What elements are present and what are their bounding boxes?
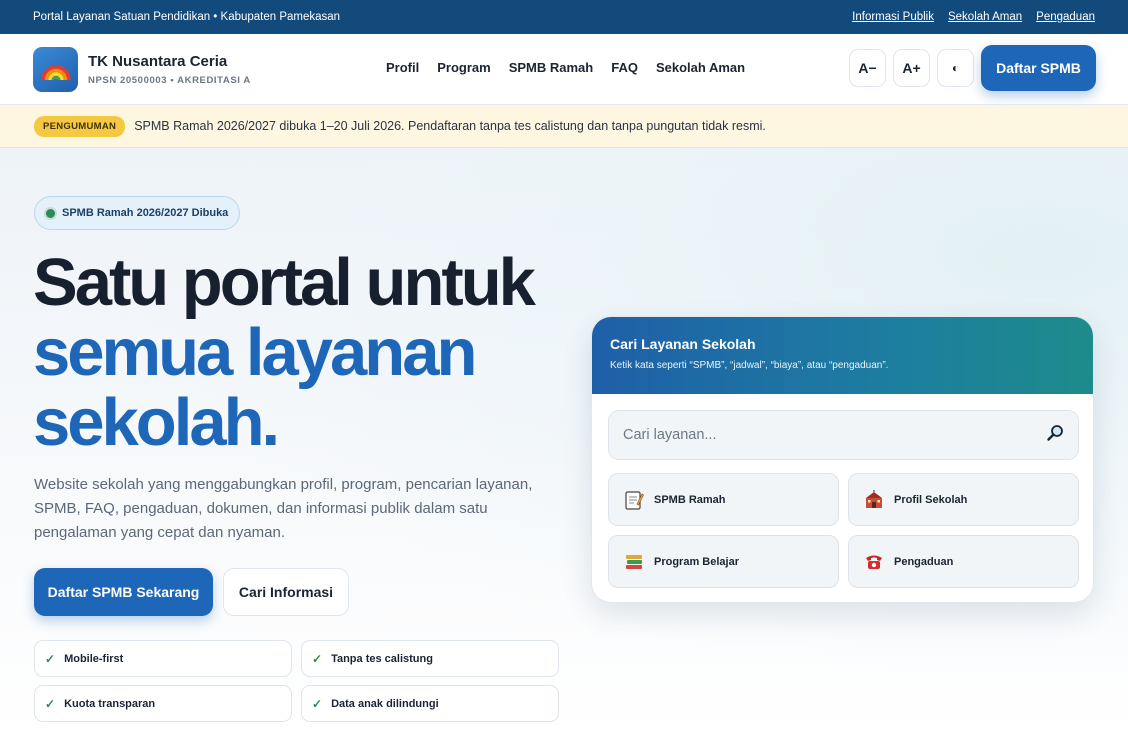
hero-title-line-1: Satu portal untuk [33,245,536,320]
check-icon: ✓ [45,696,56,711]
header-tools: A− A+ ◐ Daftar SPMB [849,45,1096,91]
hero-title: Satu portal untuk semua layanan sekolah. [33,245,536,460]
hero-description: Website sekolah yang menggabungkan profi… [34,476,533,541]
announcement-bar: PENGUMUMAN SPMB Ramah 2026/2027 dibuka 1… [0,105,1128,148]
feature-mobile-first: ✓ Mobile-first [34,640,292,677]
site-header: TK Nusantara Ceria NPSN 20500003 • AKRED… [0,34,1128,105]
link-pengaduan[interactable]: Pengaduan [1036,11,1095,23]
school-name[interactable]: TK Nusantara Ceria [88,53,251,70]
service-spmb-ramah[interactable]: SPMB Ramah [608,473,839,526]
brand: TK Nusantara Ceria NPSN 20500003 • AKRED… [88,53,251,86]
announcement-text: SPMB Ramah 2026/2027 dibuka 1–20 Juli 20… [134,119,766,133]
service-program-belajar[interactable]: Program Belajar [608,535,839,588]
top-links: Informasi Publik Sekolah Aman Pengaduan [852,11,1095,23]
nav-program[interactable]: Program [437,60,490,75]
daftar-spmb-button[interactable]: Daftar SPMB [981,45,1096,91]
check-icon: ✓ [312,696,323,711]
telephone-icon [863,551,885,573]
nav-sekolah-aman[interactable]: Sekolah Aman [656,60,745,75]
check-icon: ✓ [45,651,56,666]
service-label: Program Belajar [654,555,739,568]
hero-title-line-2: semua layanan [33,315,477,390]
contrast-toggle-button[interactable]: ◐ [937,49,974,87]
feature-data-anak-dilindungi: ✓ Data anak dilindungi [301,685,559,722]
search-card-title: Cari Layanan Sekolah [610,336,756,352]
main-nav: Profil Program SPMB Ramah FAQ Sekolah Am… [386,60,745,75]
feature-label: Kuota transparan [64,697,156,710]
feature-label: Mobile-first [64,652,124,665]
hero-title-line-3: sekolah. [33,385,280,460]
contrast-icon: ◐ [951,61,960,75]
feature-label: Data anak dilindungi [331,697,439,710]
books-icon [623,551,645,573]
font-decrease-button[interactable]: A− [849,49,886,87]
nav-profil[interactable]: Profil [386,60,419,75]
nav-spmb-ramah[interactable]: SPMB Ramah [509,60,594,75]
cari-informasi-button[interactable]: Cari Informasi [223,568,349,616]
portal-title: Portal Layanan Satuan Pendidikan • Kabup… [33,11,341,23]
status-dot-icon [46,208,55,218]
feature-label: Tanpa tes calistung [331,652,433,665]
service-label: SPMB Ramah [654,493,726,506]
link-informasi-publik[interactable]: Informasi Publik [852,11,934,23]
feature-kuota-transparan: ✓ Kuota transparan [34,685,292,722]
font-increase-button[interactable]: A+ [893,49,930,87]
memo-icon [623,489,645,511]
feature-tanpa-tes-calistung: ✓ Tanpa tes calistung [301,640,559,677]
search-card-subtitle: Ketik kata seperti “SPMB”, “jadwal”, “bi… [610,360,889,371]
link-sekolah-aman[interactable]: Sekolah Aman [948,11,1022,23]
school-npsn: NPSN 20500003 • AKREDITASI A [88,74,251,86]
spmb-open-badge: SPMB Ramah 2026/2027 Dibuka [34,196,241,230]
rainbow-icon[interactable] [33,46,78,92]
magnifier-icon[interactable] [1046,424,1064,447]
search-service-card: Cari Layanan Sekolah Ketik kata seperti … [591,316,1094,603]
search-card-header: Cari Layanan Sekolah Ketik kata seperti … [592,317,1093,394]
service-profil-sekolah[interactable]: Profil Sekolah [848,473,1079,526]
spmb-open-label: SPMB Ramah 2026/2027 Dibuka [62,207,229,219]
service-search-input[interactable] [623,427,1046,443]
top-bar: Portal Layanan Satuan Pendidikan • Kabup… [0,0,1128,34]
service-search-box[interactable] [608,410,1079,460]
nav-faq[interactable]: FAQ [611,60,638,75]
school-icon [863,489,885,511]
hero-section: SPMB Ramah 2026/2027 Dibuka Satu portal … [0,148,1128,737]
daftar-spmb-sekarang-button[interactable]: Daftar SPMB Sekarang [34,568,213,616]
service-label: Pengaduan [894,555,954,568]
check-icon: ✓ [312,651,323,666]
announcement-badge: PENGUMUMAN [34,115,126,137]
service-label: Profil Sekolah [894,493,968,506]
service-pengaduan[interactable]: Pengaduan [848,535,1079,588]
